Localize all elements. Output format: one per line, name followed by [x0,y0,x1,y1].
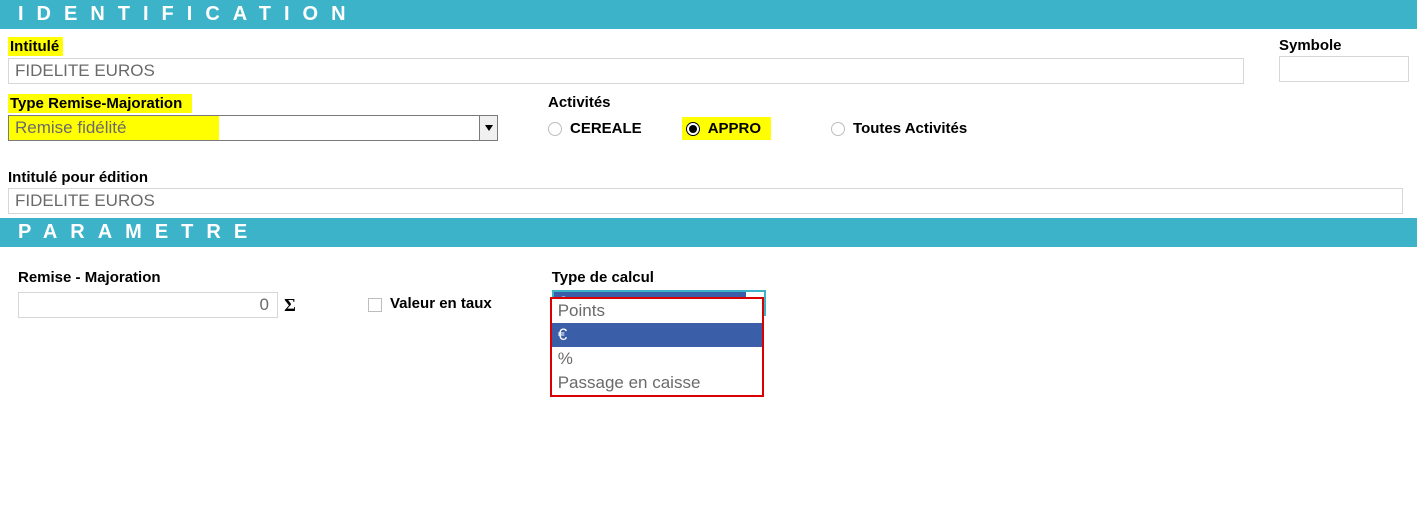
type-remise-majoration-value: Remise fidélité [9,116,133,140]
activite-radio-appro[interactable]: APPRO [682,117,771,140]
identification-section: Intitulé Symbole Type Remise-Majoration … [0,29,1417,218]
remise-majoration-label: Remise - Majoration [18,269,318,286]
type-remise-majoration-label: Type Remise-Majoration [8,94,192,113]
type-remise-majoration-select[interactable]: Remise fidélité [8,115,498,141]
sigma-icon[interactable]: Σ [278,292,302,318]
intitule-input[interactable] [8,58,1244,84]
radio-icon [831,122,845,136]
type-calcul-option[interactable]: € [552,323,762,347]
intitule-edition-label: Intitulé pour édition [8,169,1409,186]
section-header-identification: IDENTIFICATION [0,0,1417,29]
parametre-section: Remise - Majoration Σ Valeur en taux Typ… [0,247,1417,322]
radio-icon [548,122,562,136]
section-header-parametre: PARAMETRE [0,218,1417,247]
valeur-taux-label: Valeur en taux [390,295,492,312]
activite-radio-toutes[interactable]: Toutes Activités [831,120,967,137]
intitule-edition-input[interactable] [8,188,1403,214]
chevron-down-icon [479,116,497,140]
radio-label: CEREALE [570,120,642,137]
type-calcul-dropdown: Points € % Passage en caisse [550,297,764,397]
type-calcul-option[interactable]: Points [552,299,762,323]
symbole-input[interactable] [1279,56,1409,82]
activites-label: Activités [548,94,967,111]
type-calcul-option[interactable]: % [552,347,762,371]
type-calcul-label: Type de calcul [552,269,766,286]
type-calcul-option[interactable]: Passage en caisse [552,371,762,395]
intitule-label: Intitulé [8,37,63,56]
activite-radio-cereale[interactable]: CEREALE [548,120,642,137]
radio-icon [686,122,700,136]
valeur-taux-checkbox[interactable] [368,298,382,312]
radio-label: Toutes Activités [853,120,967,137]
radio-label: APPRO [708,120,761,137]
remise-majoration-input[interactable] [18,292,278,318]
symbole-label: Symbole [1279,37,1409,54]
